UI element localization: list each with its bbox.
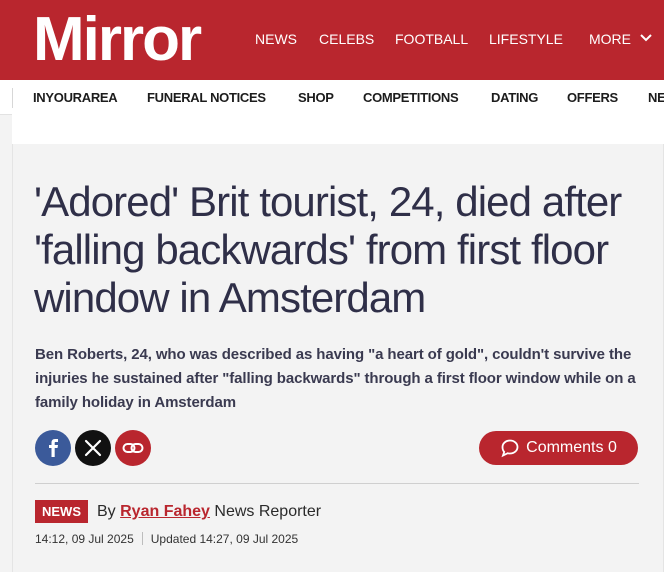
speech-bubble-icon <box>501 439 519 458</box>
facebook-share-button[interactable] <box>35 430 71 466</box>
subnav-item-dating[interactable]: DATING <box>491 90 538 105</box>
nav-item-lifestyle[interactable]: LIFESTYLE <box>489 31 563 47</box>
subnav-item-truncated[interactable]: NE <box>648 90 664 105</box>
x-share-button[interactable] <box>75 430 111 466</box>
comments-button[interactable]: Comments 0 <box>479 431 638 465</box>
author-role: News Reporter <box>214 503 322 520</box>
category-badge[interactable]: NEWS <box>35 500 88 523</box>
subnav-item-funeral-notices[interactable]: FUNERAL NOTICES <box>147 90 266 105</box>
timestamps: 14:12, 09 Jul 2025 Updated 14:27, 09 Jul … <box>35 532 298 546</box>
byline: By Ryan Fahey News Reporter <box>97 503 321 521</box>
ad-slot <box>12 114 664 144</box>
nav-item-more[interactable]: MORE <box>589 31 631 47</box>
link-icon <box>122 443 144 453</box>
updated-time: Updated 14:27, 09 Jul 2025 <box>150 532 299 546</box>
subnav-item-inyourarea[interactable]: INYOURAREA <box>33 90 118 105</box>
site-header: Mirror NEWS CELEBS FOOTBALL LIFESTYLE MO… <box>0 0 664 80</box>
mirror-logo[interactable]: Mirror <box>33 6 202 74</box>
nav-item-celebs[interactable]: CELEBS <box>319 31 374 47</box>
subnav-item-shop[interactable]: SHOP <box>298 90 334 105</box>
nav-item-football[interactable]: FOOTBALL <box>395 31 468 47</box>
timestamp-separator <box>141 532 143 545</box>
article-headline: 'Adored' Brit tourist, 24, died after 'f… <box>34 178 622 321</box>
comments-label: Comments 0 <box>526 439 617 456</box>
facebook-icon <box>49 439 58 457</box>
published-time: 14:12, 09 Jul 2025 <box>35 532 134 546</box>
subnav-item-competitions[interactable]: COMPETITIONS <box>363 90 459 105</box>
divider <box>35 483 639 484</box>
x-icon <box>84 439 102 457</box>
nav-divider <box>12 88 13 108</box>
article-standfirst: Ben Roberts, 24, who was described as ha… <box>35 346 636 411</box>
byline-prefix: By <box>97 503 116 520</box>
chevron-down-icon[interactable] <box>639 31 653 45</box>
author-link[interactable]: Ryan Fahey <box>120 503 210 520</box>
nav-item-news[interactable]: NEWS <box>255 31 297 47</box>
subnav-item-offers[interactable]: OFFERS <box>567 90 618 105</box>
copy-link-button[interactable] <box>115 430 151 466</box>
secondary-nav: INYOURAREA FUNERAL NOTICES SHOP COMPETIT… <box>0 80 664 115</box>
